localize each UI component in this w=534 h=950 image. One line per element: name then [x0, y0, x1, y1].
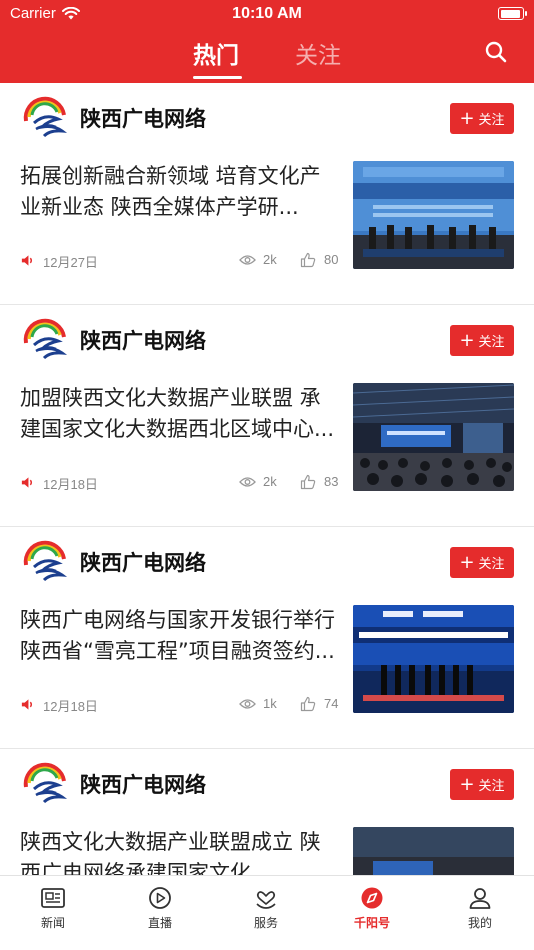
nav-service[interactable]: 服务	[226, 886, 306, 931]
profile-icon	[469, 888, 491, 909]
follow-button[interactable]: + 关注	[450, 103, 514, 134]
article-title[interactable]: 加盟陕西文化大数据产业联盟 承建国家文化大数据西北区域中心...	[20, 383, 335, 445]
top-tabs: 热门 关注	[0, 36, 534, 80]
compass-icon	[361, 887, 383, 909]
follow-label: 关注	[478, 557, 505, 572]
app-header: Carrier 10:10 AM 热门 关注	[0, 0, 534, 83]
nav-label: 新闻	[40, 916, 65, 930]
speaker-icon[interactable]	[20, 697, 35, 712]
plus-icon: +	[459, 329, 475, 351]
active-tab-indicator	[193, 76, 242, 79]
search-icon[interactable]	[484, 40, 508, 64]
channel-name[interactable]: 陕西广电网络	[80, 325, 206, 355]
thumbs-up-icon[interactable]	[300, 252, 316, 268]
article-title[interactable]: 陕西文化大数据产业联盟成立 陕西广电网络承建国家文化...	[20, 827, 335, 875]
article-date: 12月18日	[43, 699, 98, 714]
follow-label: 关注	[478, 335, 505, 350]
speaker-icon[interactable]	[20, 475, 35, 490]
battery-icon	[498, 7, 527, 20]
status-time: 10:10 AM	[232, 5, 302, 22]
feed-card[interactable]: 陕西广电网络 + 关注 加盟陕西文化大数据产业联盟 承建国家文化大数据西北区域中…	[0, 305, 534, 527]
feed-card[interactable]: 陕西广电网络 + 关注 陕西广电网络与国家开发银行举行陕西省“雪亮工程”项目融资…	[0, 527, 534, 749]
plus-icon: +	[459, 773, 475, 795]
article-thumbnail[interactable]	[353, 161, 514, 269]
follow-button[interactable]: + 关注	[450, 547, 514, 578]
article-meta: 12月18日 1k 74	[20, 695, 340, 715]
follow-button[interactable]: + 关注	[450, 769, 514, 800]
article-thumbnail[interactable]	[353, 383, 514, 491]
like-count: 83	[324, 474, 339, 489]
channel-name[interactable]: 陕西广电网络	[80, 769, 206, 799]
tab-follow[interactable]: 关注	[295, 36, 341, 70]
feed-card[interactable]: 陕西广电网络 + 关注 陕西文化大数据产业联盟成立 陕西广电网络承建国家文化..…	[0, 749, 534, 875]
speaker-icon[interactable]	[20, 253, 35, 268]
article-date: 12月18日	[43, 477, 98, 492]
view-count: 1k	[263, 696, 277, 711]
plus-icon: +	[459, 107, 475, 129]
like-count: 80	[324, 252, 339, 267]
nav-news[interactable]: 新闻	[13, 886, 93, 931]
nav-label: 我的	[467, 916, 492, 930]
eye-icon	[239, 255, 256, 265]
follow-label: 关注	[478, 779, 505, 794]
news-icon	[41, 888, 65, 908]
status-bar: Carrier 10:10 AM	[0, 0, 534, 30]
eye-icon	[239, 699, 256, 709]
thumbs-up-icon[interactable]	[300, 474, 316, 490]
channel-name[interactable]: 陕西广电网络	[80, 103, 206, 133]
channel-logo	[23, 540, 68, 582]
channel-logo	[23, 96, 68, 138]
feed-card[interactable]: 陕西广电网络 + 关注 拓展创新融合新领域 培育文化产业新业态 陕西全媒体产学研…	[0, 83, 534, 305]
channel-logo	[23, 762, 68, 804]
follow-button[interactable]: + 关注	[450, 325, 514, 356]
article-title[interactable]: 拓展创新融合新领域 培育文化产业新业态 陕西全媒体产学研...	[20, 161, 335, 223]
channel-name[interactable]: 陕西广电网络	[80, 547, 206, 577]
eye-icon	[239, 477, 256, 487]
follow-label: 关注	[478, 113, 505, 128]
article-title[interactable]: 陕西广电网络与国家开发银行举行陕西省“雪亮工程”项目融资签约...	[20, 605, 335, 667]
view-count: 2k	[263, 474, 277, 489]
article-date: 12月27日	[43, 255, 98, 270]
live-icon	[149, 887, 171, 909]
view-count: 2k	[263, 252, 277, 267]
nav-label: 服务	[253, 916, 278, 930]
nav-qianyang[interactable]: 千阳号	[332, 886, 412, 931]
article-meta: 12月27日 2k 80	[20, 251, 340, 271]
like-count: 74	[324, 696, 339, 711]
plus-icon: +	[459, 551, 475, 573]
service-icon	[256, 891, 276, 909]
nav-label: 千阳号	[353, 916, 390, 930]
nav-profile[interactable]: 我的	[440, 886, 520, 931]
bottom-nav: 新闻 直播 服务 千阳号 我的	[0, 875, 534, 950]
nav-live[interactable]: 直播	[120, 886, 200, 931]
article-meta: 12月18日 2k 83	[20, 473, 340, 493]
article-thumbnail[interactable]	[353, 827, 514, 875]
article-thumbnail[interactable]	[353, 605, 514, 713]
channel-logo	[23, 318, 68, 360]
news-feed[interactable]: 陕西广电网络 + 关注 拓展创新融合新领域 培育文化产业新业态 陕西全媒体产学研…	[0, 83, 534, 875]
nav-label: 直播	[147, 916, 172, 930]
tab-hot[interactable]: 热门	[193, 36, 239, 70]
thumbs-up-icon[interactable]	[300, 696, 316, 712]
